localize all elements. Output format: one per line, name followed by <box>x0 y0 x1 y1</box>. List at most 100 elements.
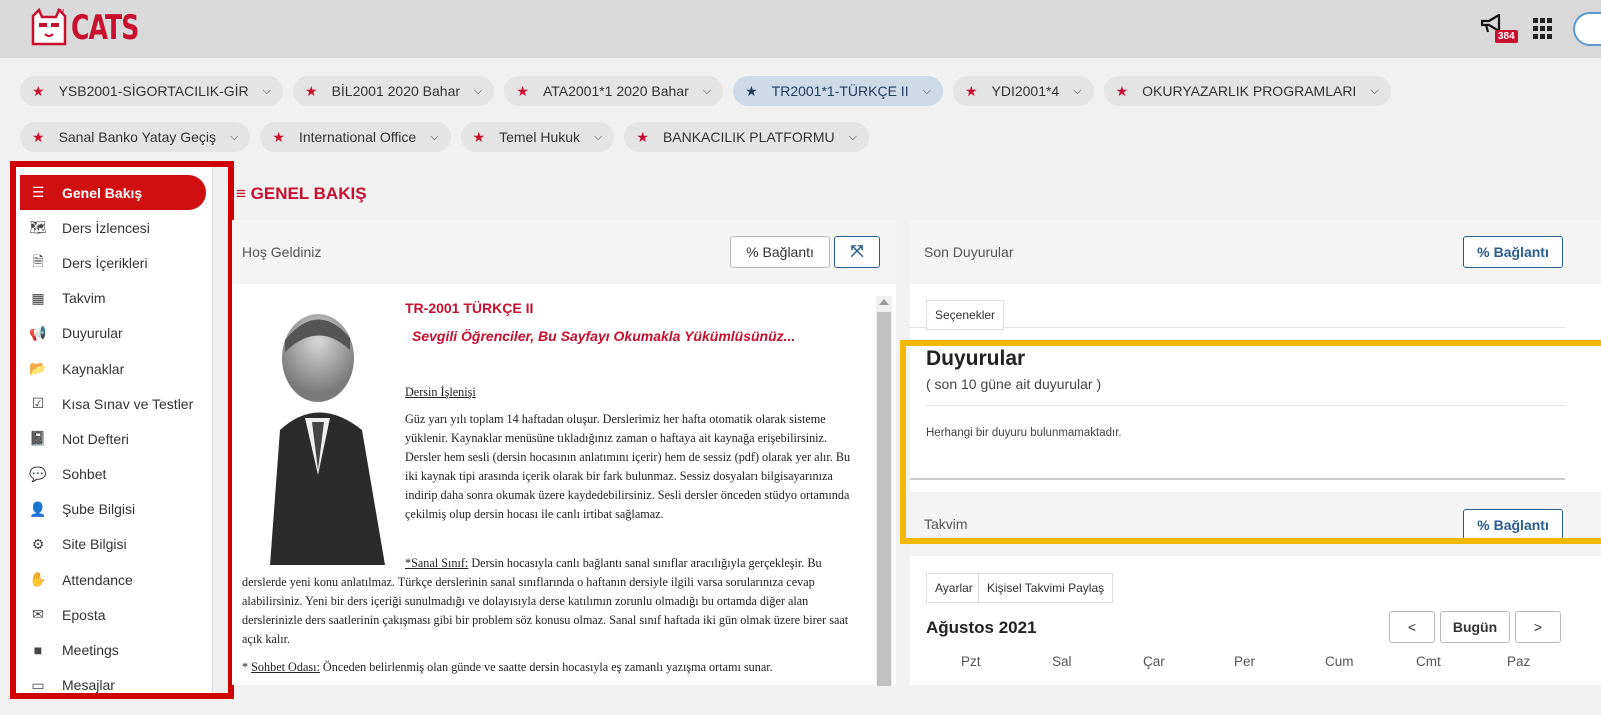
sidebar-item-12[interactable]: ✉ Eposta <box>20 597 206 632</box>
sidebar-item-label: Şube Bilgisi <box>62 501 136 518</box>
sidebar-item-label: Kısa Sınav ve Testler <box>62 395 194 412</box>
chevron-down-icon[interactable]: ⌵ <box>1370 85 1378 98</box>
sidebar-item-3[interactable]: ▦ Takvim <box>20 281 206 316</box>
tab-share-calendar[interactable]: Kişisel Takvimi Paylaş <box>978 573 1114 603</box>
welcome-link-label: Bağlantı <box>762 244 814 260</box>
cats-logo[interactable]: ru CATS <box>30 7 153 48</box>
sidebar-item-11[interactable]: ✋ Attendance <box>20 562 206 597</box>
course-tab-label: ATA2001*1 2020 Bahar <box>542 83 689 99</box>
list-icon: ☰ <box>31 184 45 201</box>
sidebar-item-14[interactable]: ▭ Mesajlar <box>20 668 206 693</box>
course-tab-4[interactable]: ★ YDI2001*4 ⌵ <box>952 76 1094 106</box>
fullscreen-button[interactable]: ⤧ <box>834 236 880 268</box>
course-tab-label: YSB2001-SİGORTACILIK-GİR <box>58 83 249 99</box>
apps-grid-icon[interactable] <box>1533 18 1555 40</box>
sidebar: ☰ Genel Bakış 🗺 Ders İzlencesi 🗎 Ders İçerikl… <box>10 161 234 699</box>
course-tab-row2-2[interactable]: ★ Temel Hukuk ⌵ <box>460 122 615 152</box>
course-tab-row2-0[interactable]: ★ Sanal Banko Yatay Geçiş ⌵ <box>20 122 251 152</box>
chevron-down-icon[interactable]: ⌵ <box>1073 85 1081 98</box>
chevron-down-icon[interactable]: ⌵ <box>230 131 238 144</box>
welcome-scrollbar[interactable] <box>876 296 892 686</box>
chevron-down-icon[interactable]: ⌵ <box>263 85 271 98</box>
sidebar-item-label: Sohbet <box>62 466 107 483</box>
tab-options[interactable]: Seçenekler <box>926 300 1005 330</box>
avatar[interactable] <box>1573 12 1601 46</box>
chevron-down-icon[interactable]: ⌵ <box>703 85 711 98</box>
course-tab-label: OKURYAZARLIK PROGRAMLARI <box>1142 83 1357 99</box>
sidebar-item-4[interactable]: 📢 Duyurular <box>20 316 206 351</box>
chat-icon: 💬 <box>29 465 47 482</box>
logo-text: CATS <box>71 8 139 48</box>
chat-room-prefix: * <box>242 660 252 674</box>
logo-small-text: ru <box>57 8 64 15</box>
top-bar: ru CATS 384 <box>0 0 1601 58</box>
sidebar-item-8[interactable]: 💬 Sohbet <box>20 457 206 492</box>
scroll-up-arrow-icon[interactable] <box>879 299 889 305</box>
calendar-weekday: Per <box>1234 654 1256 669</box>
sidebar-item-label: Eposta <box>62 606 106 623</box>
chat-room-text: Önceden belirlenmiş olan günde ve saatte… <box>319 660 773 674</box>
sidebar-item-6[interactable]: ☑ Kısa Sınav ve Testler <box>20 386 206 421</box>
chevron-down-icon[interactable]: ⌵ <box>474 85 482 98</box>
notebook-icon: 📓 <box>29 430 47 447</box>
course-tab-2[interactable]: ★ ATA2001*1 2020 Bahar ⌵ <box>504 76 724 106</box>
course-tabs-row-2: ★ Sanal Banko Yatay Geçiş ⌵ ★ International … <box>20 122 869 152</box>
sidebar-item-1[interactable]: 🗺 Ders İzlencesi <box>20 210 206 245</box>
paragraph-course-flow: Güz yarı yılı toplam 14 haftadan oluşur.… <box>405 412 851 521</box>
course-code: TR-2001 TÜRKÇE II <box>405 300 534 316</box>
calendar-prev-button[interactable]: < <box>1389 611 1435 643</box>
course-tab-label: Sanal Banko Yatay Geçiş <box>58 129 217 145</box>
video-icon: ■ <box>33 642 43 659</box>
message-icon: ▭ <box>31 676 45 693</box>
course-tab-0[interactable]: ★ YSB2001-SİGORTACILIK-GİR ⌵ <box>20 76 284 106</box>
announcements-empty-message: Herhangi bir duyuru bulunmamaktadır. <box>926 427 1122 439</box>
star-icon: ★ <box>472 128 486 145</box>
calendar-today-button[interactable]: Bugün <box>1440 611 1510 643</box>
course-tab-label: International Office <box>298 129 417 145</box>
course-tab-3[interactable]: ★ TR2001*1-TÜRKÇE II ⌵ <box>733 76 943 106</box>
sidebar-item-9[interactable]: 👤 Şube Bilgisi <box>20 492 206 527</box>
star-icon: ★ <box>32 128 45 145</box>
calendar-next-button[interactable]: > <box>1515 611 1561 643</box>
page-title: ≡ GENEL BAKIŞ <box>236 184 367 204</box>
sidebar-item-label: Attendance <box>62 571 133 588</box>
chat-room-label: Sohbet Odası: <box>251 660 320 674</box>
sidebar-item-5[interactable]: 📂 Kaynaklar <box>20 351 206 386</box>
course-tab-label: Temel Hukuk <box>499 129 581 145</box>
calendar-icon: ▦ <box>31 289 45 306</box>
announcements-subtitle: ( son 10 güne ait duyurular ) <box>926 376 1102 392</box>
sidebar-scrollbar[interactable] <box>212 167 228 693</box>
course-tab-label: BANKACILIK PLATFORMU <box>662 129 835 145</box>
tab-calendar-settings[interactable]: Ayarlar <box>926 573 982 603</box>
scroll-thumb[interactable] <box>877 312 891 686</box>
top-icons: 384 <box>1480 12 1601 46</box>
sidebar-item-label: Ders İzlencesi <box>62 219 150 236</box>
notifications-button[interactable]: 384 <box>1480 13 1518 44</box>
welcome-header: Hoş Geldiniz % Bağlantı ⤧ <box>232 220 896 284</box>
sidebar-item-2[interactable]: 🗎 Ders İçerikleri <box>20 245 206 280</box>
chevron-down-icon[interactable]: ⌵ <box>923 85 931 98</box>
chevron-down-icon[interactable]: ⌵ <box>849 131 857 144</box>
calendar-weekday: Paz <box>1507 654 1531 669</box>
chevron-down-icon[interactable]: ⌵ <box>594 131 602 144</box>
envelope-icon: ✉ <box>32 606 44 623</box>
announcements-header-title: Son Duyurular <box>924 244 1014 260</box>
section-title: Dersin İşlenişi <box>405 385 476 399</box>
page-title-text: GENEL BAKIŞ <box>250 184 367 203</box>
course-tab-row2-3[interactable]: ★ BANKACILIK PLATFORMU ⌵ <box>624 122 869 152</box>
calendar-weekday: Pzt <box>961 654 981 669</box>
sidebar-item-10[interactable]: ⚙ Site Bilgisi <box>20 527 206 562</box>
course-tab-5[interactable]: ★ OKURYAZARLIK PROGRAMLARI ⌵ <box>1103 76 1391 106</box>
announcements-link-button[interactable]: % Bağlantı <box>1463 236 1563 268</box>
course-tab-1[interactable]: ★ BİL2001 2020 Bahar ⌵ <box>293 76 495 106</box>
sidebar-item-7[interactable]: 📓 Not Defteri <box>20 421 206 456</box>
welcome-link-button[interactable]: % Bağlantı <box>730 236 830 268</box>
link-icon: % <box>1477 244 1490 260</box>
calendar-weekday: Çar <box>1143 654 1165 669</box>
chevron-down-icon[interactable]: ⌵ <box>430 131 438 144</box>
sidebar-item-0[interactable]: ☰ Genel Bakış <box>20 175 206 211</box>
course-tab-row2-1[interactable]: ★ International Office ⌵ <box>260 122 451 152</box>
star-icon: ★ <box>964 82 978 99</box>
sidebar-item-13[interactable]: ■ Meetings <box>20 632 206 667</box>
expand-icon: ⤧ <box>850 243 864 260</box>
